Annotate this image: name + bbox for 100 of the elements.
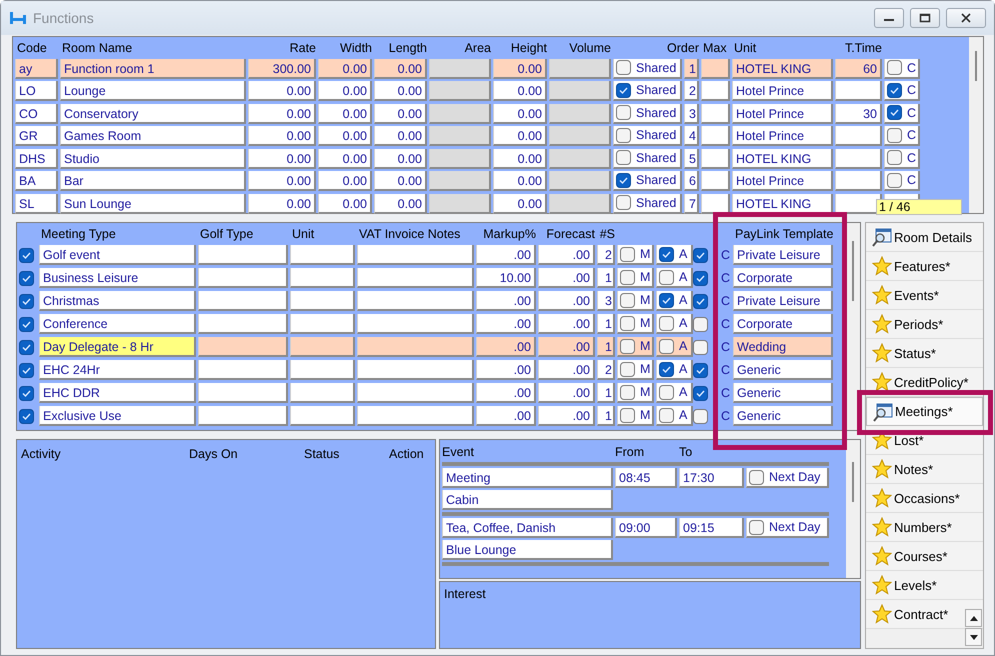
checkbox[interactable]: [620, 316, 635, 330]
column-header: Activity: [21, 446, 62, 462]
table-cell: Bar: [60, 171, 246, 191]
checkbox[interactable]: [19, 294, 34, 308]
table-cell: 300.00: [248, 58, 316, 78]
checkbox[interactable]: [616, 150, 631, 165]
checkbox[interactable]: [620, 292, 635, 308]
table-cell: [429, 126, 491, 146]
checkbox[interactable]: [693, 408, 708, 424]
checkbox-label: Shared: [636, 150, 676, 166]
column-header: PayLink Template: [734, 226, 833, 242]
checkbox[interactable]: [887, 105, 902, 120]
table-cell: HOTEL KING: [732, 148, 833, 168]
star-icon: [872, 517, 892, 537]
checkbox[interactable]: [620, 338, 635, 354]
checkbox[interactable]: [887, 60, 902, 75]
checkbox[interactable]: [659, 316, 674, 330]
checkbox-label: C: [720, 339, 730, 355]
table-cell: [429, 171, 491, 191]
table-cell: .00: [476, 245, 536, 265]
table-cell: Tea, Coffee, Danish: [442, 518, 613, 538]
checkbox-label: C: [720, 408, 730, 424]
checkbox[interactable]: [620, 408, 635, 422]
checkbox[interactable]: [19, 270, 34, 286]
checkbox[interactable]: [749, 520, 764, 534]
sidebar-item[interactable]: Meetings*: [866, 397, 983, 426]
field-label: Interest: [444, 587, 486, 601]
checkbox[interactable]: [616, 82, 631, 98]
table-cell: 0.00: [374, 81, 427, 101]
table-cell: Studio: [60, 148, 246, 168]
table-cell: Conference: [39, 314, 196, 334]
checkbox[interactable]: [887, 172, 902, 188]
checkbox[interactable]: [693, 386, 708, 400]
checkbox[interactable]: [659, 246, 674, 262]
checkbox[interactable]: [693, 340, 708, 354]
table-cell: 0.00: [318, 126, 372, 146]
table-cell: HOTEL KING: [732, 58, 833, 78]
table-cell: 3: [684, 104, 699, 124]
close-button[interactable]: [946, 8, 986, 28]
table-cell: Games Room: [60, 126, 246, 146]
checkbox[interactable]: [620, 384, 635, 400]
checkbox[interactable]: [19, 362, 34, 378]
checkbox-label: Next Day: [769, 469, 820, 485]
star-icon: [872, 256, 892, 276]
maximize-button[interactable]: [910, 8, 940, 28]
checkbox-label: Shared: [636, 172, 676, 188]
checkbox[interactable]: [19, 340, 34, 354]
checkbox[interactable]: [616, 195, 631, 210]
checkbox[interactable]: [693, 248, 708, 262]
checkbox[interactable]: [887, 82, 902, 98]
checkbox[interactable]: [659, 338, 674, 354]
scrollbar[interactable]: [846, 440, 860, 578]
time-field[interactable]: 09:00: [615, 518, 677, 538]
column-header: Volume: [568, 40, 611, 56]
checkbox[interactable]: [659, 292, 674, 308]
table-cell: .00: [538, 337, 595, 357]
column-header: Forecast: [545, 226, 595, 242]
checkbox[interactable]: [749, 470, 764, 484]
star-icon: [872, 488, 892, 508]
column-header: From: [615, 444, 646, 460]
checkbox[interactable]: [659, 384, 674, 400]
checkbox[interactable]: [620, 246, 635, 262]
checkbox[interactable]: [620, 362, 635, 376]
checkbox[interactable]: [887, 128, 902, 142]
checkbox[interactable]: [693, 362, 708, 378]
checkbox-label: C: [907, 150, 916, 166]
checkbox[interactable]: [659, 270, 674, 284]
table-cell: Hotel Prince: [732, 104, 833, 124]
checkbox[interactable]: [19, 408, 34, 424]
table-cell: [549, 126, 611, 146]
minimize-button[interactable]: [874, 8, 904, 28]
checkbox[interactable]: [693, 294, 708, 308]
checkbox[interactable]: [616, 105, 631, 120]
checkbox[interactable]: [693, 316, 708, 332]
scroll-down-button[interactable]: [965, 628, 982, 646]
table-cell: .00: [538, 406, 595, 426]
checkbox-label: C: [907, 104, 916, 120]
checkbox[interactable]: [887, 150, 902, 165]
checkbox[interactable]: [616, 128, 631, 142]
scrollbar[interactable]: [969, 37, 983, 213]
time-field[interactable]: 17:30: [679, 468, 744, 488]
checkbox[interactable]: [659, 362, 674, 376]
table-cell: 0.00: [374, 148, 427, 168]
checkbox[interactable]: [616, 172, 631, 188]
scroll-up-button[interactable]: [965, 609, 982, 627]
table-cell: Corporate: [733, 314, 833, 334]
checkbox[interactable]: [620, 270, 635, 284]
checkbox[interactable]: [616, 60, 631, 75]
checkbox[interactable]: [693, 270, 708, 286]
checkbox[interactable]: [19, 316, 34, 332]
checkbox[interactable]: [19, 386, 34, 400]
time-field[interactable]: 08:45: [615, 468, 677, 488]
table-cell: .00: [476, 291, 536, 311]
time-field[interactable]: 09:15: [679, 518, 744, 538]
checkbox[interactable]: [659, 408, 674, 422]
checkbox-label: M: [640, 361, 650, 377]
checkbox[interactable]: [19, 248, 34, 262]
table-cell: [429, 104, 491, 124]
checkbox-label: A: [679, 269, 688, 285]
table-cell: [701, 171, 730, 191]
